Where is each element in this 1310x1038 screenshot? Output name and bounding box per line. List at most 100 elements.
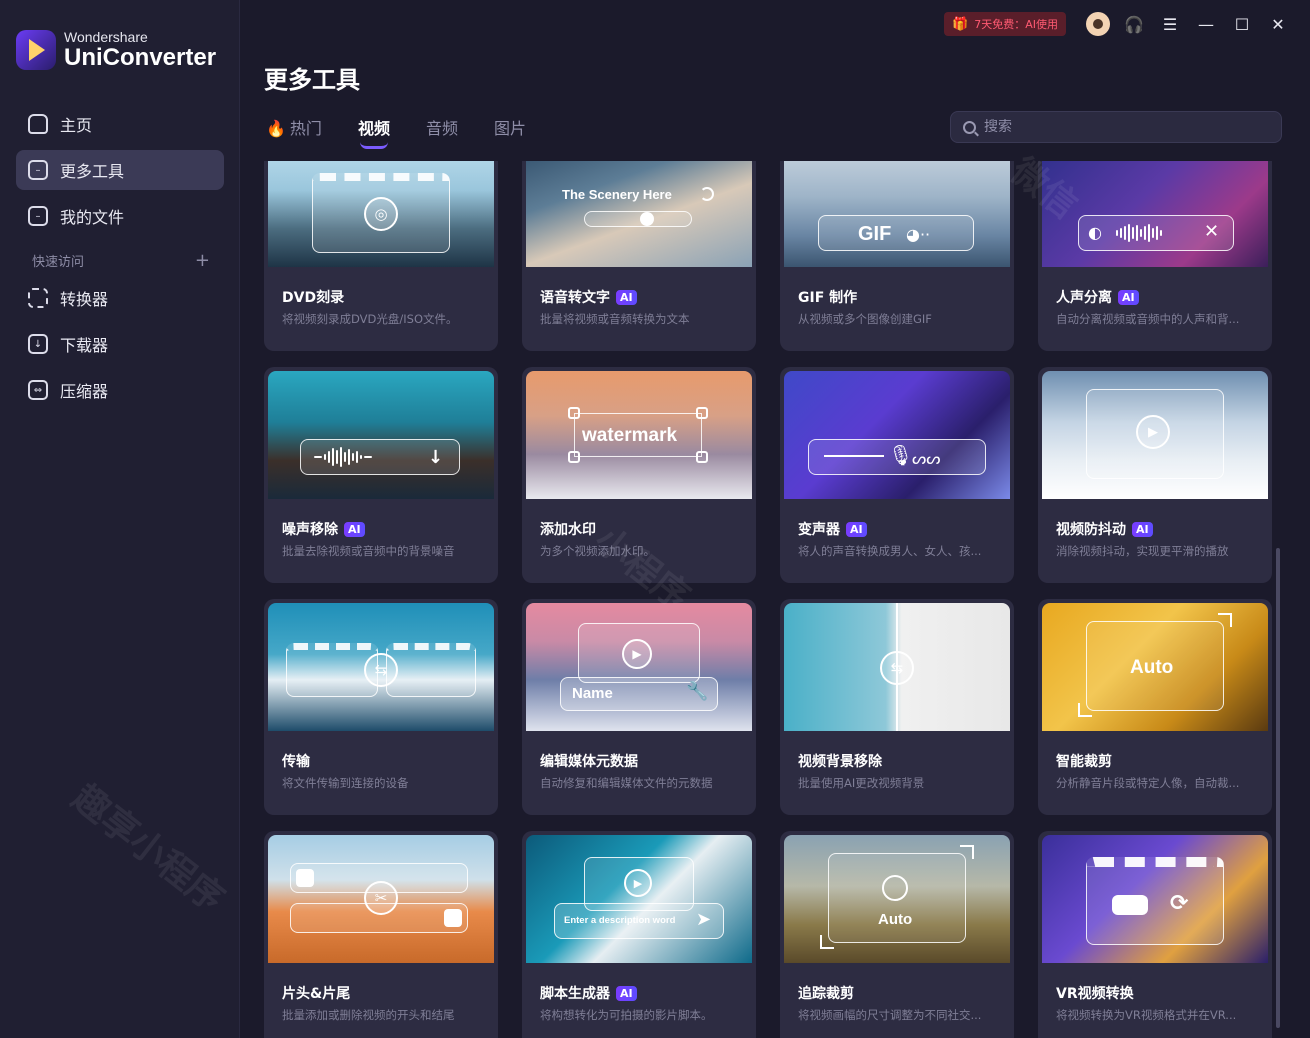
tool-title: 智能裁剪 [1056, 751, 1112, 771]
tool-title-text: GIF 制作 [798, 290, 858, 306]
tool-thumbnail: GIF ◕·· [784, 161, 1010, 267]
headset-icon[interactable]: 🎧 [1116, 10, 1152, 38]
tool-title: 视频背景移除 [798, 751, 882, 771]
tab-audio[interactable]: 音频 [426, 115, 458, 139]
tool-title-text: 脚本生成器 [540, 986, 610, 1002]
tool-thumbnail: watermark [526, 371, 752, 499]
tab-hot[interactable]: 🔥 热门 [266, 115, 322, 139]
tool-card-smart-trim[interactable]: Auto 智能裁剪 分析静音片段或特定人像，自动裁... [1038, 599, 1272, 815]
search-icon [963, 120, 976, 134]
sidebar-item-home[interactable]: 主页 [16, 104, 224, 144]
disc-icon: ◎ [364, 197, 398, 231]
loading-icon [700, 187, 714, 201]
tool-card-edit-metadata[interactable]: ▶ Name 🔧 编辑媒体元数据 自动修复和编辑媒体文件的元数据 [522, 599, 756, 815]
sidebar-item-converter[interactable]: 转换器 [16, 278, 224, 318]
tool-title-text: VR视频转换 [1056, 986, 1134, 1002]
resize-handle-icon [568, 451, 580, 463]
sidebar-item-label: 转换器 [60, 290, 109, 309]
clip-icon [444, 909, 462, 927]
tool-title-text: 片头&片尾 [282, 986, 351, 1002]
sidebar-item-my-files[interactable]: – 我的文件 [16, 196, 224, 236]
tool-title: VR视频转换 [1056, 983, 1134, 1003]
tool-description: 批量添加或删除视频的开头和结尾 [282, 1008, 455, 1022]
tool-description: 从视频或多个图像创建GIF [798, 312, 932, 326]
tool-card-video-stabilizer[interactable]: ▶ 视频防抖动 AI 消除视频抖动，实现更平滑的播放 [1038, 367, 1272, 583]
tool-thumbnail: Auto [1042, 603, 1268, 731]
tool-card-speech-to-text[interactable]: The Scenery Here 语音转文字 AI 批量将视频或音频转换为文本 [522, 161, 756, 351]
sidebar-item-compressor[interactable]: ⇔ 压缩器 [16, 370, 224, 410]
download-arrow-icon: ↓ [428, 447, 444, 468]
sidebar-item-more-tools[interactable]: – 更多工具 [16, 150, 224, 190]
promo-button[interactable]: 🎁 7天免费：AI使用 [944, 12, 1066, 36]
tool-thumbnail: The Scenery Here [526, 161, 752, 267]
account-button[interactable] [1080, 10, 1116, 38]
tool-description: 批量去除视频或音频中的背景噪音 [282, 544, 455, 558]
tool-card-script-generator[interactable]: ▶ Enter a description word ➤ 脚本生成器 AI 将构想… [522, 831, 756, 1038]
tool-thumbnail: Auto [784, 835, 1010, 963]
tool-title: 片头&片尾 [282, 983, 350, 1003]
quick-access-section: 快速访问 + [16, 242, 224, 278]
tool-title-text: 视频防抖动 [1056, 522, 1126, 538]
tool-title: 添加水印 [540, 519, 596, 539]
minimize-icon[interactable]: — [1188, 10, 1224, 38]
tab-video[interactable]: 视频 [358, 115, 390, 149]
vr-headset-icon [1112, 895, 1148, 915]
tool-title-text: 追踪裁剪 [798, 986, 854, 1002]
wave-line-icon [824, 455, 884, 457]
overlay-text: Auto [878, 911, 913, 928]
ai-badge: AI [616, 985, 637, 1001]
home-icon [28, 114, 48, 134]
slider-knob-icon [640, 212, 654, 226]
tool-card-auto-reframe[interactable]: Auto 追踪裁剪 将视频画幅的尺寸调整为不同社交... [780, 831, 1014, 1038]
tool-title: 编辑媒体元数据 [540, 751, 638, 771]
tool-title: 视频防抖动 AI [1056, 519, 1153, 539]
tab-image[interactable]: 图片 [494, 115, 526, 139]
waveform-icon [1116, 223, 1162, 243]
play-icon: ▶ [622, 639, 652, 669]
tool-thumbnail: ✂ [268, 835, 494, 963]
tool-card-transfer[interactable]: ⇆ 传输 将文件传输到连接的设备 [264, 599, 498, 815]
play-icon: ▶ [624, 869, 652, 897]
tool-title: 噪声移除 AI [282, 519, 365, 539]
tool-description: 将构想转化为可拍摄的影片脚本。 [540, 1008, 713, 1022]
tool-card-vr-converter[interactable]: ⟳ VR视频转换 将视频转换为VR视频格式并在VR... [1038, 831, 1272, 1038]
sidebar-item-label: 下载器 [60, 336, 109, 355]
app-logo: Wondershare UniConverter [16, 30, 216, 70]
tool-title-text: 变声器 [798, 522, 840, 538]
tool-thumbnail: ↓ [268, 371, 494, 499]
tool-description: 自动分离视频或音频中的人声和背... [1056, 312, 1240, 326]
clip-icon [296, 869, 314, 887]
tool-title-text: 语音转文字 [540, 290, 610, 306]
overlay-text: Auto [1130, 657, 1174, 678]
tool-card-gif-maker[interactable]: GIF ◕·· GIF 制作 从视频或多个图像创建GIF [780, 161, 1014, 351]
sidebar-item-label: 我的文件 [60, 208, 125, 227]
transfer-icon: ⇆ [364, 653, 398, 687]
scrollbar[interactable] [1276, 548, 1280, 1028]
tool-card-dvd-burn[interactable]: ◎ DVD刻录 将视频刻录成DVD光盘/ISO文件。 [264, 161, 498, 351]
tool-thumbnail: ⇆ [784, 603, 1010, 731]
tool-title-text: 智能裁剪 [1056, 754, 1112, 770]
ai-badge: AI [1118, 289, 1139, 305]
menu-list-icon[interactable]: ☰ [1152, 10, 1188, 38]
tool-card-intro-outro[interactable]: ✂ 片头&片尾 批量添加或删除视频的开头和结尾 [264, 831, 498, 1038]
promo-label: 7天免费：AI使用 [974, 18, 1058, 31]
tool-thumbnail: ◎ [268, 161, 494, 267]
search-input[interactable] [984, 119, 1264, 135]
ai-badge: AI [1132, 521, 1153, 537]
tool-card-background-remover[interactable]: ⇆ 视频背景移除 批量使用AI更改视频背景 [780, 599, 1014, 815]
maximize-icon[interactable]: ☐ [1224, 10, 1260, 38]
tool-grid: ◎ DVD刻录 将视频刻录成DVD光盘/ISO文件。 The Scenery H… [264, 161, 1272, 1038]
tool-card-add-watermark[interactable]: watermark 添加水印 为多个视频添加水印。 [522, 367, 756, 583]
tool-thumbnail: ◐ ✕ [1042, 161, 1268, 267]
overlay-text: watermark [582, 425, 678, 446]
overlay-text: GIF [858, 223, 892, 245]
tool-card-voice-changer[interactable]: 🎙 ᔕᔕ 变声器 AI 将人的声音转换成男人、女人、孩... [780, 367, 1014, 583]
uniconverter-logo-icon [16, 30, 56, 70]
pacman-icon: ◕·· [906, 225, 931, 244]
add-quick-access-icon[interactable]: + [195, 250, 210, 271]
sidebar-item-downloader[interactable]: ↓ 下载器 [16, 324, 224, 364]
tool-card-noise-remover[interactable]: ↓ 噪声移除 AI 批量去除视频或音频中的背景噪音 [264, 367, 498, 583]
search-box [950, 111, 1282, 143]
close-icon[interactable]: ✕ [1260, 10, 1296, 38]
tool-card-vocal-remover[interactable]: ◐ ✕ 人声分离 AI 自动分离视频或音频中的人声和背... [1038, 161, 1272, 351]
